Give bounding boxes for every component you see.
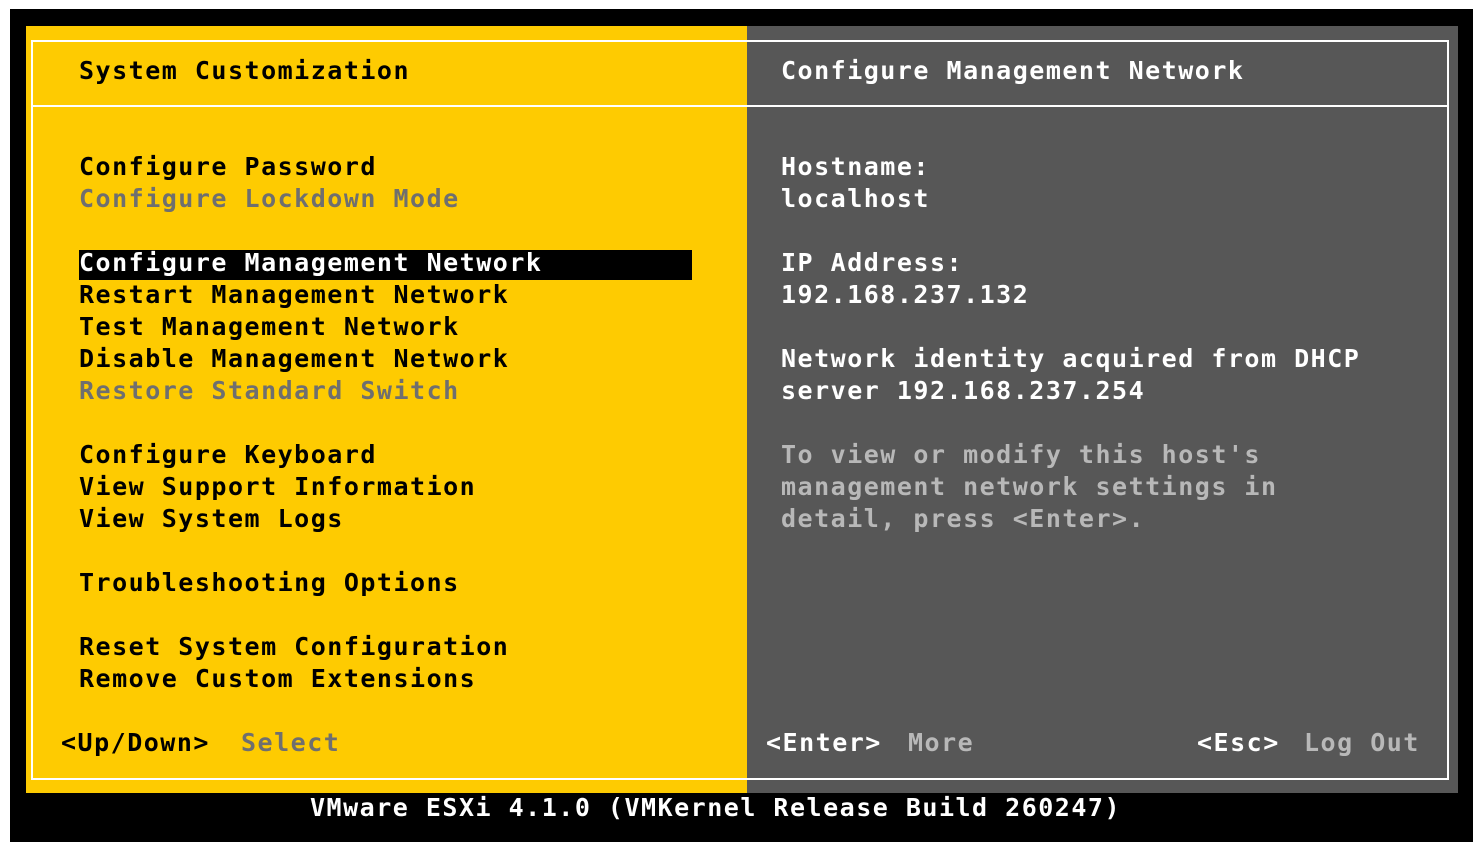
enter-key-hint: <Enter> [766, 728, 882, 757]
help-text-line-3: detail, press <Enter>. [781, 504, 1146, 533]
frame-left-line [31, 40, 33, 780]
menu-item-restore-standard-switch[interactable]: Restore Standard Switch [79, 375, 460, 407]
updown-key-hint: <Up/Down> [61, 728, 210, 757]
title-separator-line [31, 105, 1449, 107]
help-text-line-1: To view or modify this host's [781, 440, 1261, 469]
menu-item-configure-lockdown-mode[interactable]: Configure Lockdown Mode [79, 183, 460, 215]
hostname-value: localhost [781, 184, 930, 213]
menu-item-view-system-logs[interactable]: View System Logs [79, 503, 344, 535]
dhcp-info-line-2: server 192.168.237.254 [781, 376, 1146, 405]
details-title: Configure Management Network [781, 56, 1245, 85]
menu-item-reset-system-configuration[interactable]: Reset System Configuration [79, 631, 509, 663]
logout-action-hint: Log Out [1304, 728, 1420, 757]
hostname-label: Hostname: [781, 152, 930, 181]
menu-item-configure-keyboard[interactable]: Configure Keyboard [79, 439, 377, 471]
pane-title: System Customization [79, 56, 411, 85]
frame-top-line [31, 40, 1449, 42]
menu-item-troubleshooting-options[interactable]: Troubleshooting Options [79, 567, 460, 599]
menu-item-restart-management-network[interactable]: Restart Management Network [79, 279, 509, 311]
menu-item-configure-management-network[interactable]: Configure Management Network [79, 247, 542, 279]
dhcp-info-line-1: Network identity acquired from DHCP [781, 344, 1361, 373]
menu-item-test-management-network[interactable]: Test Management Network [79, 311, 460, 343]
frame-right-line [1447, 40, 1449, 780]
menu-item-remove-custom-extensions[interactable]: Remove Custom Extensions [79, 663, 476, 695]
menu-item-view-support-information[interactable]: View Support Information [79, 471, 476, 503]
version-footer: VMware ESXi 4.1.0 (VMKernel Release Buil… [310, 793, 1122, 822]
frame-bottom-line [31, 778, 1449, 780]
details-pane [747, 26, 1458, 793]
more-action-hint: More [908, 728, 975, 757]
ip-address-value: 192.168.237.132 [781, 280, 1030, 309]
console-screen: System Customization Configure Password … [10, 9, 1473, 842]
menu-item-configure-password[interactable]: Configure Password [79, 151, 377, 183]
select-action-hint: Select [241, 728, 341, 757]
help-text-line-2: management network settings in [781, 472, 1278, 501]
ip-address-label: IP Address: [781, 248, 964, 277]
esc-key-hint: <Esc> [1197, 728, 1280, 757]
menu-item-disable-management-network[interactable]: Disable Management Network [79, 343, 509, 375]
